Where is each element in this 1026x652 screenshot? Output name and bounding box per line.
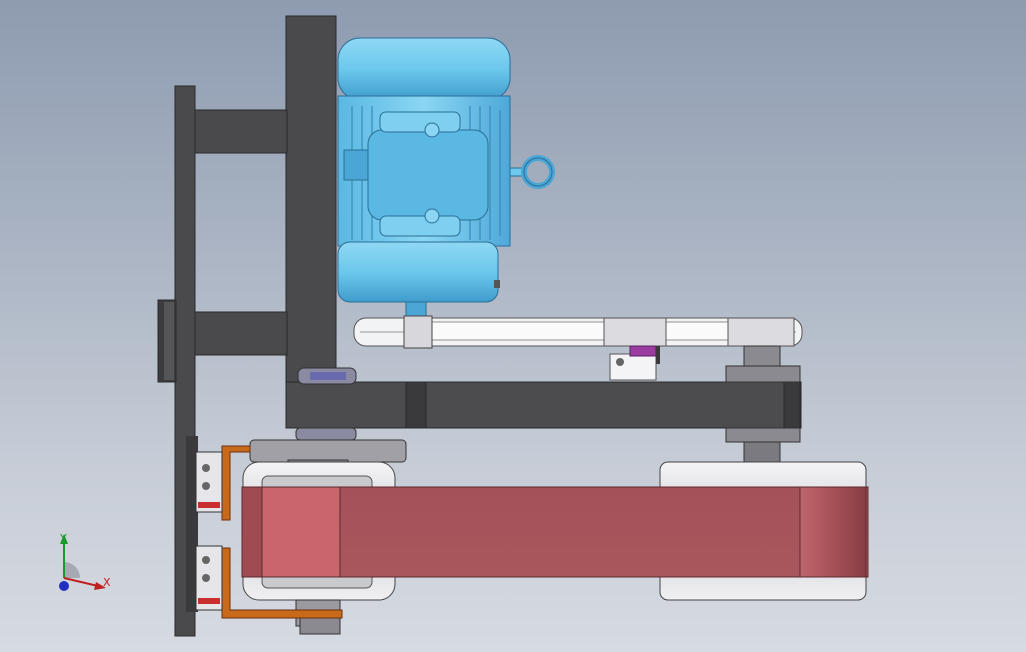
lifting-eye-bolt[interactable] — [509, 155, 555, 189]
swing-arm[interactable] — [285, 381, 802, 429]
abrasive-belt[interactable] — [241, 486, 869, 578]
y-axis-label: Y — [60, 532, 67, 545]
cad-viewport[interactable]: Y X — [0, 0, 1026, 652]
belt-tensioner[interactable] — [609, 345, 660, 381]
x-axis-arrow-icon — [63, 577, 99, 587]
belt-grinder-assembly[interactable] — [0, 0, 1026, 652]
z-axis-dot-icon — [59, 581, 69, 591]
v-belt-drive[interactable] — [353, 315, 803, 369]
triad-plane-icon — [64, 562, 80, 578]
electric-motor[interactable] — [337, 37, 555, 323]
upper-frame[interactable] — [194, 15, 337, 387]
pillow-block-bearings[interactable] — [186, 436, 223, 612]
x-axis-label: X — [103, 576, 111, 589]
